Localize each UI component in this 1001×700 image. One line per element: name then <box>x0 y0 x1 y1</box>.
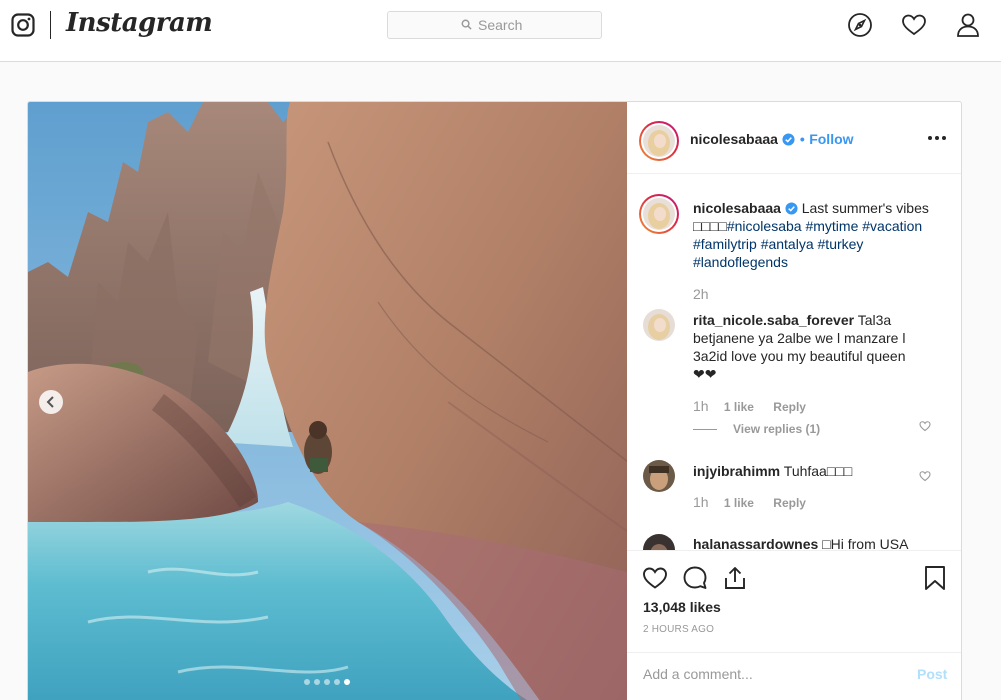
more-options-icon[interactable] <box>928 136 946 140</box>
caption-text: Last summer's vibes <box>801 200 929 216</box>
chevron-left-icon <box>46 396 54 408</box>
comment: halanassardownes □Hi from USA <box>693 535 908 550</box>
comment: rita_nicole.saba_forever Tal3a betjanene… <box>693 311 908 383</box>
caption-username[interactable]: nicolesabaaa <box>693 200 781 216</box>
avatar <box>643 198 675 230</box>
avatar <box>643 125 675 157</box>
comment-emoji: □□□ <box>826 463 853 479</box>
verified-badge-icon <box>785 202 798 215</box>
verified-badge-icon <box>782 133 795 146</box>
heart-icon[interactable] <box>901 12 927 38</box>
reply-button[interactable]: Reply <box>773 400 806 414</box>
carousel-indicator <box>304 679 350 685</box>
hashtag[interactable]: #nicolesaba <box>727 218 802 234</box>
hashtag[interactable]: #turkey <box>818 236 864 252</box>
search-box[interactable] <box>387 11 602 39</box>
hashtag[interactable]: #antalya <box>761 236 814 252</box>
caption-emoji: □□□□ <box>693 218 727 234</box>
comments-list[interactable]: nicolesabaaa Last summer's vibes □□□□#ni… <box>627 174 961 550</box>
bookmark-icon[interactable] <box>923 565 947 591</box>
comment-meta: 1h 1 like Reply <box>693 398 806 414</box>
comment-text: Hi from USA <box>830 536 909 550</box>
search-input[interactable] <box>478 16 588 34</box>
caption: nicolesabaaa Last summer's vibes □□□□#ni… <box>693 199 953 271</box>
like-icon[interactable] <box>642 565 668 591</box>
add-comment-box: Post <box>627 652 961 700</box>
carousel-dot <box>314 679 320 685</box>
comment-time[interactable]: 1h <box>693 398 709 414</box>
comment-text: Tuhfaa <box>783 463 827 479</box>
view-replies-button[interactable]: View replies (1) <box>693 422 820 436</box>
reply-button[interactable]: Reply <box>773 496 806 510</box>
hashtag[interactable]: #mytime <box>805 218 858 234</box>
comment-icon[interactable] <box>682 565 708 591</box>
share-icon[interactable] <box>722 565 748 591</box>
carousel-dot <box>344 679 350 685</box>
hashtag[interactable]: #vacation <box>862 218 922 234</box>
avatar[interactable] <box>643 309 675 341</box>
comment-likes[interactable]: 1 like <box>724 496 754 510</box>
comment-username[interactable]: rita_nicole.saba_forever <box>693 312 854 328</box>
post-actions: 13,048 likes 2 HOURS AGO <box>627 550 961 665</box>
comment-username[interactable]: halanassardownes <box>693 536 818 550</box>
avatar[interactable] <box>643 460 675 492</box>
author-username[interactable]: nicolesabaaa <box>690 131 778 147</box>
carousel-prev-button[interactable] <box>39 390 63 414</box>
carousel-dot <box>324 679 330 685</box>
carousel-dot <box>304 679 310 685</box>
camera-icon[interactable] <box>11 13 35 37</box>
instagram-logo[interactable]: Instagram <box>66 8 213 38</box>
post-header: nicolesabaaa • Follow <box>627 102 961 174</box>
profile-icon[interactable] <box>955 12 981 38</box>
likes-count[interactable]: 13,048 likes <box>643 599 721 615</box>
comment-like-icon[interactable] <box>919 420 931 432</box>
post-card: nicolesabaaa • Follow nicolesabaaa Last … <box>27 101 962 700</box>
follow-button[interactable]: Follow <box>809 131 853 147</box>
photo-illustration <box>28 102 627 700</box>
hashtag[interactable]: #landoflegends <box>693 254 788 270</box>
caption-avatar-ring[interactable] <box>639 194 679 234</box>
author-avatar-ring[interactable] <box>639 121 679 161</box>
logo-divider <box>50 11 51 39</box>
post-header-text: nicolesabaaa • Follow <box>690 131 854 149</box>
comment-likes[interactable]: 1 like <box>724 400 754 414</box>
top-navigation-bar: Instagram <box>0 0 1001 62</box>
divider <box>693 428 717 430</box>
follow-separator: • <box>799 131 805 147</box>
comment-username[interactable]: injyibrahimm <box>693 463 780 479</box>
comment-emoji: □ <box>822 536 831 550</box>
comment-time[interactable]: 1h <box>693 494 709 510</box>
post-sidebar: nicolesabaaa • Follow nicolesabaaa Last … <box>627 102 961 700</box>
comment: injyibrahimm Tuhfaa□□□ <box>693 462 908 480</box>
compass-icon[interactable] <box>847 12 873 38</box>
post-photo[interactable] <box>28 102 627 700</box>
post-comment-button[interactable]: Post <box>917 666 947 682</box>
view-replies-label: View replies (1) <box>733 422 821 436</box>
comment-input[interactable] <box>643 664 893 684</box>
search-icon <box>461 19 472 30</box>
hashtag[interactable]: #familytrip <box>693 236 757 252</box>
comment-meta: 1h 1 like Reply <box>693 494 806 510</box>
caption-time[interactable]: 2h <box>693 286 709 302</box>
comment-like-icon[interactable] <box>919 470 931 482</box>
avatar[interactable] <box>643 534 675 550</box>
post-timestamp[interactable]: 2 HOURS AGO <box>643 624 714 635</box>
carousel-dot <box>334 679 340 685</box>
